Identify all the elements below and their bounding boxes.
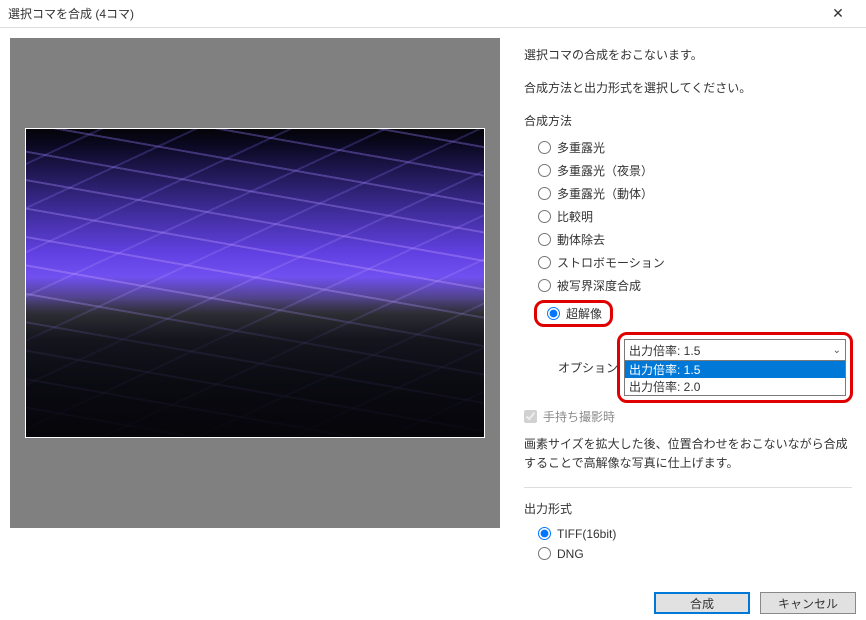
preview-image bbox=[25, 128, 485, 438]
option-label: オプション bbox=[558, 359, 618, 376]
output-heading: 出力形式 bbox=[524, 500, 852, 517]
radio-super-res-row[interactable]: 超解像 bbox=[524, 298, 852, 329]
close-icon[interactable]: ✕ bbox=[818, 0, 858, 28]
radio-focus-stack[interactable] bbox=[538, 279, 551, 292]
radio-dng-row[interactable]: DNG bbox=[524, 545, 852, 563]
method-heading: 合成方法 bbox=[524, 112, 852, 129]
radio-moving-removal-label: 動体除去 bbox=[557, 231, 605, 248]
radio-lighten[interactable] bbox=[538, 210, 551, 223]
radio-multi-exposure-moving-row[interactable]: 多重露光（動体） bbox=[524, 183, 852, 204]
window-titlebar: 選択コマを合成 (4コマ) ✕ bbox=[0, 0, 866, 28]
radio-lighten-row[interactable]: 比較明 bbox=[524, 206, 852, 227]
radio-multi-exposure-moving-label: 多重露光（動体） bbox=[557, 185, 653, 202]
radio-multi-exposure-night-row[interactable]: 多重露光（夜景） bbox=[524, 160, 852, 181]
radio-multi-exposure-moving[interactable] bbox=[538, 187, 551, 200]
radio-moving-removal[interactable] bbox=[538, 233, 551, 246]
radio-tiff-row[interactable]: TIFF(16bit) bbox=[524, 525, 852, 543]
description-line2: 合成方法と出力形式を選択してください。 bbox=[524, 79, 852, 98]
radio-super-res-label: 超解像 bbox=[566, 305, 602, 322]
radio-multi-exposure-label: 多重露光 bbox=[557, 139, 605, 156]
radio-super-res[interactable] bbox=[547, 307, 560, 320]
handheld-checkbox bbox=[524, 410, 537, 423]
radio-focus-stack-label: 被写界深度合成 bbox=[557, 277, 641, 294]
scale-option-1[interactable]: 出力倍率: 1.5 bbox=[625, 361, 845, 378]
compose-button[interactable]: 合成 bbox=[654, 592, 750, 614]
scale-dropdown-list: 出力倍率: 1.5 出力倍率: 2.0 bbox=[625, 360, 845, 395]
scale-dropdown-value: 出力倍率: 1.5 bbox=[629, 342, 700, 359]
preview-canvas bbox=[10, 38, 500, 528]
radio-multi-exposure-night-label: 多重露光（夜景） bbox=[557, 162, 653, 179]
radio-tiff[interactable] bbox=[538, 527, 551, 540]
radio-strobe-motion[interactable] bbox=[538, 256, 551, 269]
dialog-body: 選択コマの合成をおこないます。 合成方法と出力形式を選択してください。 合成方法… bbox=[0, 28, 866, 578]
method-note: 画素サイズを拡大した後、位置合わせをおこないながら合成することで高解像な写真に仕… bbox=[524, 435, 852, 472]
radio-strobe-motion-label: ストロボモーション bbox=[557, 254, 665, 271]
radio-tiff-label: TIFF(16bit) bbox=[557, 527, 616, 541]
cancel-button[interactable]: キャンセル bbox=[760, 592, 856, 614]
scale-dropdown-selected[interactable]: 出力倍率: 1.5 ⌄ bbox=[625, 340, 845, 360]
radio-moving-removal-row[interactable]: 動体除去 bbox=[524, 229, 852, 250]
radio-dng[interactable] bbox=[538, 547, 551, 560]
radio-multi-exposure-row[interactable]: 多重露光 bbox=[524, 137, 852, 158]
preview-pane bbox=[0, 28, 510, 578]
chevron-down-icon: ⌄ bbox=[833, 345, 841, 356]
highlight-super-res: 超解像 bbox=[534, 300, 613, 327]
radio-focus-stack-row[interactable]: 被写界深度合成 bbox=[524, 275, 852, 296]
window-title: 選択コマを合成 (4コマ) bbox=[8, 5, 134, 22]
radio-dng-label: DNG bbox=[557, 547, 584, 561]
radio-strobe-motion-row[interactable]: ストロボモーション bbox=[524, 252, 852, 273]
scale-option-2[interactable]: 出力倍率: 2.0 bbox=[625, 378, 845, 395]
radio-multi-exposure[interactable] bbox=[538, 141, 551, 154]
radio-multi-exposure-night[interactable] bbox=[538, 164, 551, 177]
scale-dropdown-wrap: 出力倍率: 1.5 ⌄ 出力倍率: 1.5 出力倍率: 2.0 bbox=[624, 339, 846, 396]
settings-panel: 選択コマの合成をおこないます。 合成方法と出力形式を選択してください。 合成方法… bbox=[510, 28, 866, 578]
scale-dropdown[interactable]: 出力倍率: 1.5 ⌄ 出力倍率: 1.5 出力倍率: 2.0 bbox=[624, 339, 846, 396]
option-row: オプション 出力倍率: 1.5 ⌄ 出力倍率: 1.5 出力倍率: 2.0 bbox=[558, 339, 852, 396]
handheld-row: 手持ち撮影時 bbox=[524, 408, 852, 425]
dialog-footer: 合成 キャンセル bbox=[654, 592, 856, 614]
handheld-label: 手持ち撮影時 bbox=[543, 408, 615, 425]
separator bbox=[524, 487, 852, 488]
radio-lighten-label: 比較明 bbox=[557, 208, 593, 225]
description-line1: 選択コマの合成をおこないます。 bbox=[524, 46, 852, 65]
